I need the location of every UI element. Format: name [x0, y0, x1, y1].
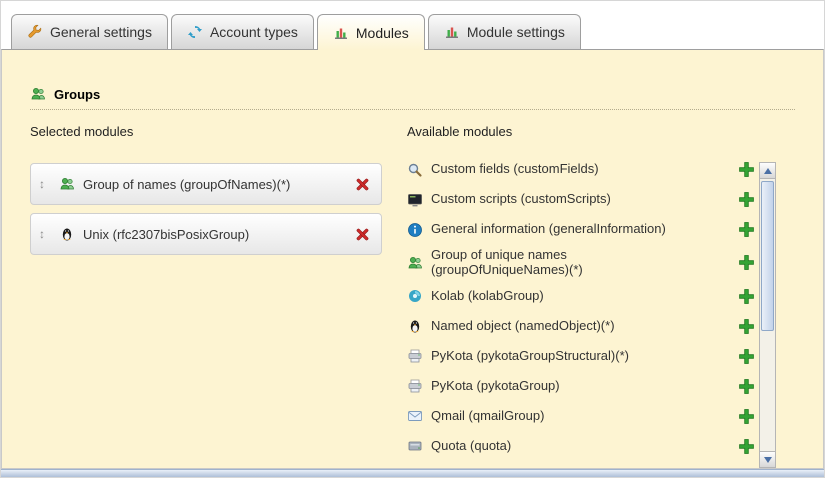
module-label: Custom fields (customFields) — [431, 162, 683, 177]
module-label: Custom scripts (customScripts) — [431, 192, 683, 207]
tab-label: Module settings — [467, 24, 565, 40]
selected-module-row[interactable]: ↕ Group of names (groupOfNames)(*) — [30, 163, 382, 205]
disk-icon — [407, 438, 423, 454]
module-label: Group of unique names (groupOfUniqueName… — [431, 248, 683, 278]
module-label: General information (generalInformation) — [431, 222, 683, 237]
group-icon — [30, 86, 46, 102]
available-module-row: Named object (namedObject)(*) — [407, 315, 755, 338]
available-module-row: General information (generalInformation) — [407, 218, 755, 241]
arrow-up-icon — [764, 168, 772, 174]
remove-module-button[interactable] — [354, 226, 371, 243]
info-icon — [407, 222, 423, 238]
scroll-up-button[interactable] — [760, 163, 775, 179]
tab-label: Modules — [356, 25, 409, 41]
add-module-button[interactable] — [738, 254, 755, 271]
group-icon — [407, 255, 423, 271]
available-module-row: PyKota (pykotaGroupStructural)(*) — [407, 345, 755, 368]
printer-icon — [407, 378, 423, 394]
group-icon — [59, 176, 75, 192]
add-module-button[interactable] — [738, 378, 755, 395]
drag-handle-icon[interactable]: ↕ — [39, 178, 51, 190]
screen-icon — [407, 192, 423, 208]
tab-bar: General settings Account types Modules M… — [11, 14, 581, 50]
tab-label: General settings — [50, 24, 152, 40]
available-module-row: Custom scripts (customScripts) — [407, 188, 755, 211]
available-modules-heading: Available modules — [407, 124, 755, 139]
kolab-icon — [407, 288, 423, 304]
add-module-button[interactable] — [738, 191, 755, 208]
scrollbar-thumb[interactable] — [761, 181, 774, 331]
arrow-down-icon — [764, 457, 772, 463]
wrench-icon — [27, 24, 43, 40]
available-module-row: Group of unique names (groupOfUniqueName… — [407, 248, 755, 278]
remove-module-button[interactable] — [354, 176, 371, 193]
module-label: PyKota (pykotaGroupStructural)(*) — [431, 349, 683, 364]
tux-icon — [407, 318, 423, 334]
chart-icon — [444, 24, 460, 40]
magnifier-icon — [407, 162, 423, 178]
tab-module-settings[interactable]: Module settings — [428, 14, 581, 49]
module-label: Quota (quota) — [431, 439, 683, 454]
available-module-row: Qmail (qmailGroup) — [407, 405, 755, 428]
chart-icon — [333, 25, 349, 41]
add-module-button[interactable] — [738, 348, 755, 365]
scroll-down-button[interactable] — [760, 451, 775, 467]
module-label: PyKota (pykotaGroup) — [431, 379, 683, 394]
tab-general-settings[interactable]: General settings — [11, 14, 168, 49]
tab-account-types[interactable]: Account types — [171, 14, 314, 49]
module-label: Qmail (qmailGroup) — [431, 409, 683, 424]
tab-modules[interactable]: Modules — [317, 14, 425, 50]
add-module-button[interactable] — [738, 288, 755, 305]
content-panel: Groups Selected modules ↕ Group of names… — [1, 49, 824, 469]
available-modules-list: Custom fields (customFields) Custom scri… — [407, 158, 755, 458]
available-modules-column: Available modules Custom fields (customF… — [407, 124, 755, 465]
add-module-button[interactable] — [738, 161, 755, 178]
printer-icon — [407, 348, 423, 364]
selected-modules-heading: Selected modules — [30, 124, 382, 139]
selected-modules-list: ↕ Group of names (groupOfNames)(*) ↕ Uni… — [30, 163, 382, 255]
available-module-row: PyKota (pykotaGroup) — [407, 375, 755, 398]
add-module-button[interactable] — [738, 408, 755, 425]
module-label: Group of names (groupOfNames)(*) — [83, 177, 346, 192]
module-label: Named object (namedObject)(*) — [431, 319, 683, 334]
mail-icon — [407, 408, 423, 424]
section-title: Groups — [54, 87, 100, 102]
available-module-row: Kolab (kolabGroup) — [407, 285, 755, 308]
sync-icon — [187, 24, 203, 40]
add-module-button[interactable] — [738, 318, 755, 335]
section-header: Groups — [30, 86, 795, 110]
selected-modules-column: Selected modules ↕ Group of names (group… — [30, 124, 382, 263]
available-modules-scrollbar[interactable] — [759, 162, 776, 468]
footer-strip — [1, 469, 824, 477]
tux-icon — [59, 226, 75, 242]
module-label: Kolab (kolabGroup) — [431, 289, 683, 304]
add-module-button[interactable] — [738, 438, 755, 455]
available-module-row: Quota (quota) — [407, 435, 755, 458]
add-module-button[interactable] — [738, 221, 755, 238]
module-label: Unix (rfc2307bisPosixGroup) — [83, 227, 346, 242]
drag-handle-icon[interactable]: ↕ — [39, 228, 51, 240]
tab-label: Account types — [210, 24, 298, 40]
selected-module-row[interactable]: ↕ Unix (rfc2307bisPosixGroup) — [30, 213, 382, 255]
lam-config-window: General settings Account types Modules M… — [0, 0, 825, 478]
available-module-row: Custom fields (customFields) — [407, 158, 755, 181]
